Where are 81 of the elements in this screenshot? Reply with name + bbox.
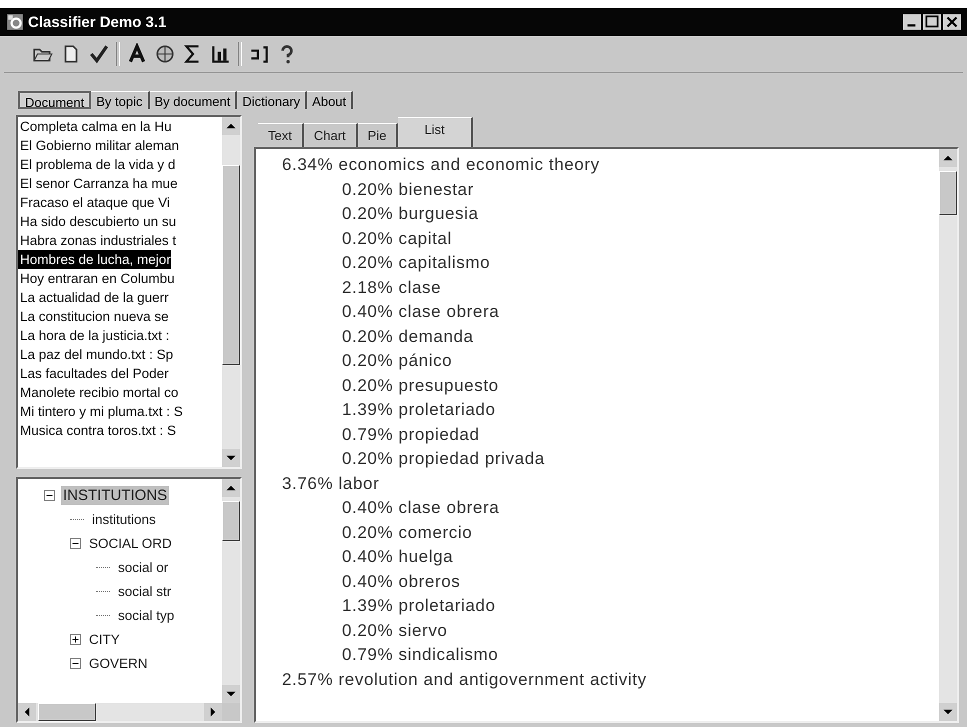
list-item: 2.18% clase (341, 276, 442, 298)
list-item: 0.20% comercio (341, 522, 474, 544)
scroll-up-button[interactable] (222, 479, 240, 497)
tree-item[interactable]: GOVERN (87, 654, 150, 672)
app-icon (6, 13, 24, 31)
scroll-left-button[interactable] (18, 703, 36, 721)
tree-item[interactable]: social str (116, 582, 174, 600)
list-item[interactable]: Musica contra toros.txt : S (18, 421, 176, 440)
scroll-thumb[interactable] (222, 165, 240, 365)
globe-icon[interactable] (154, 43, 176, 65)
checkmark-icon[interactable] (88, 43, 110, 65)
scroll-down-button[interactable] (222, 685, 240, 703)
tree-item[interactable]: SOCIAL ORD (87, 534, 174, 552)
tree-item[interactable]: CITY (87, 630, 122, 648)
list-item: 0.40% clase obrera (341, 497, 500, 519)
list-item: 0.20% capital (341, 228, 453, 250)
list-item: 0.20% pánico (341, 350, 454, 372)
tab[interactable]: About (307, 91, 354, 109)
list-item: 3.76% labor (281, 472, 380, 494)
tab[interactable]: Pie (358, 123, 398, 147)
scroll-down-button[interactable] (222, 449, 240, 467)
font-icon[interactable] (126, 43, 148, 65)
tab[interactable]: By topic (91, 91, 150, 109)
list-item[interactable]: Fracaso el ataque que Vi (18, 193, 170, 212)
tree-item[interactable]: INSTITUTIONS (61, 486, 170, 504)
collapse-icon[interactable] (44, 490, 55, 500)
list-item[interactable]: Mi tintero y mi pluma.txt : S (18, 402, 183, 421)
list-item: 0.20% demanda (341, 326, 475, 348)
list-item[interactable]: El senor Carranza ha mue (18, 174, 178, 193)
collapse-icon[interactable] (70, 538, 81, 548)
list-item[interactable]: El Gobierno militar aleman (18, 136, 180, 155)
list-item: 0.20% presupuesto (341, 374, 500, 396)
window-title: Classifier Demo 3.1 (28, 14, 166, 30)
tree-item[interactable]: institutions (90, 510, 158, 528)
list-item: 0.79% sindicalismo (341, 644, 500, 666)
list-item[interactable]: El problema de la vida y d (18, 155, 176, 174)
list-item: 1.39% proletariado (341, 399, 497, 421)
list-item[interactable]: Hombres de lucha, mejor (18, 250, 171, 269)
list-item: 0.20% bienestar (341, 178, 475, 200)
list-item: 0.20% burguesia (341, 203, 480, 225)
tab[interactable]: Document (18, 91, 92, 109)
list-item: 0.20% capitalismo (341, 252, 492, 274)
scroll-up-button[interactable] (939, 149, 957, 167)
list-item[interactable]: La paz del mundo.txt : Sp (18, 345, 174, 364)
collapse-icon[interactable] (70, 658, 81, 668)
list-item[interactable]: Completa calma en la Hu (18, 117, 172, 136)
scroll-down-button[interactable] (939, 703, 957, 721)
list-item: 0.20% propiedad privada (341, 448, 546, 470)
list-item[interactable]: Manolete recibio mortal co (18, 383, 178, 402)
expand-icon[interactable] (70, 634, 81, 644)
scroll-thumb[interactable] (38, 703, 96, 721)
tab[interactable]: List (398, 117, 473, 147)
list-item: 0.79% propiedad (341, 424, 481, 446)
scroll-up-button[interactable] (222, 117, 240, 135)
minimize-button[interactable] (903, 14, 921, 30)
scroll-thumb[interactable] (222, 501, 240, 541)
scroll-thumb[interactable] (939, 171, 957, 215)
scroll-right-button[interactable] (204, 703, 222, 721)
tab[interactable]: Dictionary (237, 91, 308, 109)
list-item[interactable]: Habra zonas industriales t (18, 231, 176, 250)
list-item: 2.57% revolution and antigovernment activity (281, 668, 648, 690)
list-item[interactable]: Hoy entraran en Columbu (18, 269, 175, 288)
tree-item[interactable]: social or (116, 558, 170, 576)
list-item[interactable]: Ha sido descubierto un su (18, 212, 176, 231)
list-item: 1.39% proletariado (341, 595, 497, 617)
tab[interactable]: Text (258, 123, 304, 147)
close-button[interactable] (943, 14, 961, 30)
list-item: 0.40% clase obrera (341, 301, 500, 323)
list-item[interactable]: La hora de la justicia.txt : (18, 326, 170, 345)
tab[interactable]: By document (150, 91, 238, 109)
list-item: 0.40% obreros (341, 570, 462, 592)
list-item: 0.20% siervo (341, 620, 448, 642)
maximize-button[interactable] (923, 14, 941, 30)
list-item: 6.34% economics and economic theory (281, 154, 601, 176)
list-item: 0.40% huelga (341, 546, 454, 568)
scrollbar-corner (222, 703, 240, 721)
list-item[interactable]: La actualidad de la guerr (18, 288, 169, 307)
list-item[interactable]: La constitucion nueva se (18, 307, 169, 326)
tab[interactable]: Chart (304, 123, 358, 147)
list-item[interactable]: Las facultades del Poder (18, 364, 169, 383)
tree-item[interactable]: social typ (116, 606, 176, 624)
